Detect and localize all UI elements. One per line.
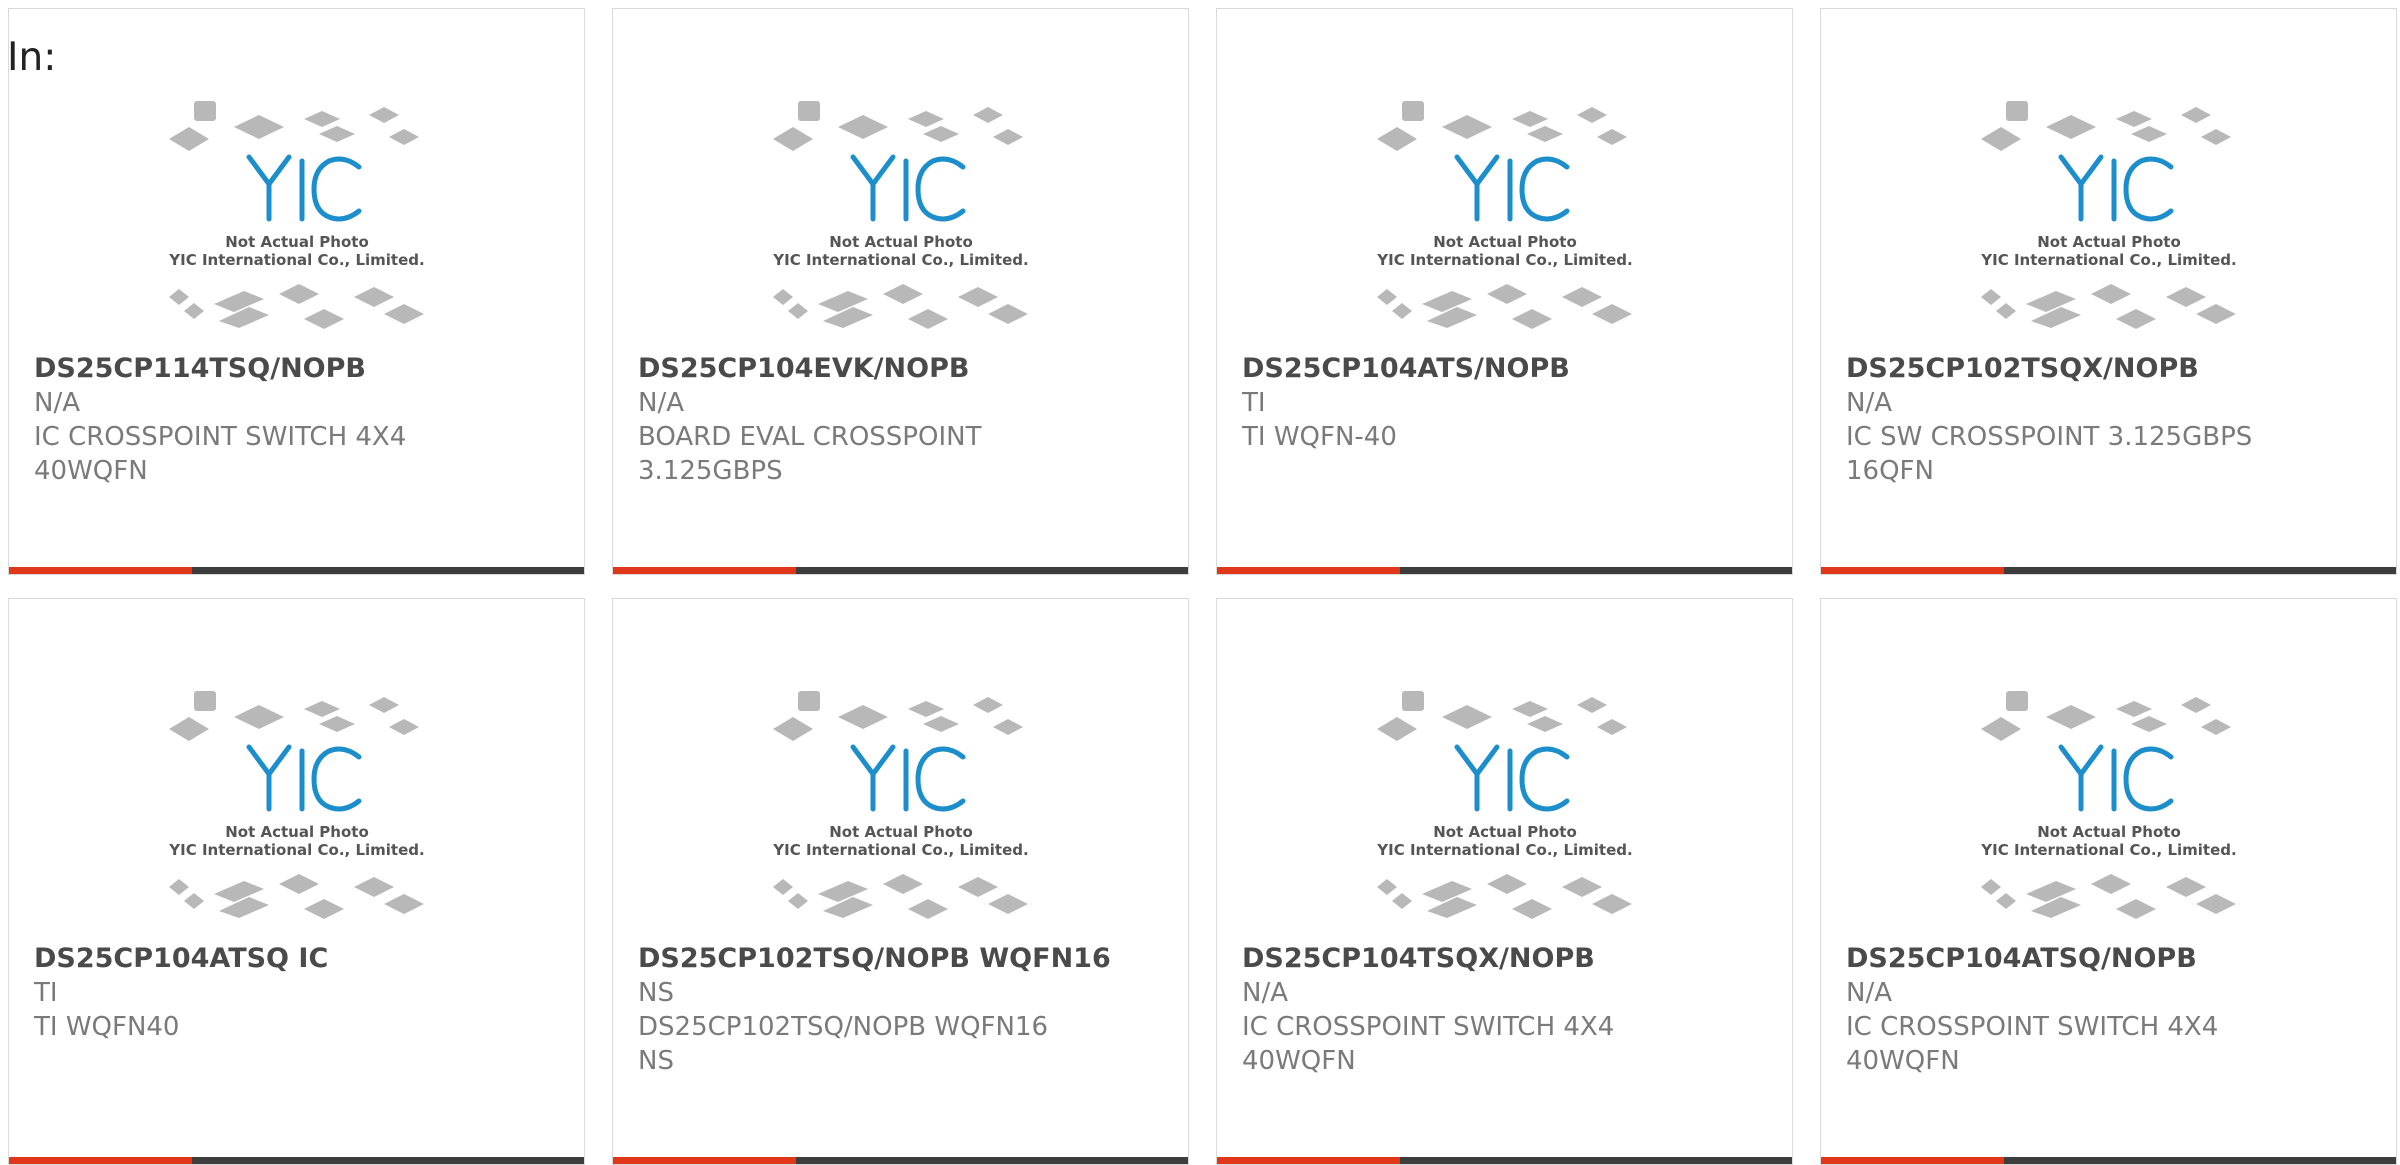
photo-caption-line1: Not Actual Photo	[829, 823, 973, 841]
photo-caption-line2: YIC International Co., Limited.	[1980, 841, 2236, 859]
card-accent-bar	[9, 567, 192, 574]
product-card[interactable]: Not Actual Photo YIC International Co., …	[1820, 8, 2397, 575]
part-number[interactable]: DS25CP102TSQ/NOPB WQFN16	[638, 942, 1178, 976]
manufacturer: N/A	[638, 388, 684, 418]
card-bottom-bar	[1217, 1157, 1792, 1164]
manufacturer: N/A	[1242, 978, 1288, 1008]
card-accent-bar	[1217, 567, 1400, 574]
description-line: IC CROSSPOINT SWITCH 4X4	[1846, 1012, 2219, 1042]
manufacturer: N/A	[34, 388, 80, 418]
not-actual-photo-image: Not Actual Photo YIC International Co., …	[168, 691, 425, 919]
card-bottom-bar	[9, 567, 584, 574]
description-line: BOARD EVAL CROSSPOINT	[638, 422, 982, 452]
photo-caption-line2: YIC International Co., Limited.	[772, 841, 1028, 859]
manufacturer: N/A	[1846, 978, 1892, 1008]
product-card[interactable]: Not Actual Photo YIC International Co., …	[8, 8, 585, 575]
card-accent-bar	[9, 1157, 192, 1164]
part-number[interactable]: DS25CP104TSQX/NOPB	[1242, 942, 1782, 976]
product-card[interactable]: Not Actual Photo YIC International Co., …	[8, 598, 585, 1165]
product-grid: Not Actual Photo YIC International Co., …	[8, 8, 2400, 1165]
product-card[interactable]: Not Actual Photo YIC International Co., …	[612, 598, 1189, 1165]
part-number[interactable]: DS25CP102TSQX/NOPB	[1846, 352, 2386, 386]
not-actual-photo-image: Not Actual Photo YIC International Co., …	[772, 691, 1029, 919]
description-line: 40WQFN	[1242, 1046, 1356, 1076]
photo-caption-line1: Not Actual Photo	[1433, 823, 1577, 841]
description-line: 16QFN	[1846, 456, 1934, 486]
product-card[interactable]: Not Actual Photo YIC International Co., …	[1820, 598, 2397, 1165]
not-actual-photo-image: Not Actual Photo YIC International Co., …	[168, 101, 425, 329]
product-info: DS25CP102TSQX/NOPB N/A IC SW CROSSPOINT …	[1846, 352, 2386, 488]
card-bottom-bar	[1821, 1157, 2396, 1164]
part-number[interactable]: DS25CP104ATSQ/NOPB	[1846, 942, 2386, 976]
card-accent-bar	[1217, 1157, 1400, 1164]
not-actual-photo-image: Not Actual Photo YIC International Co., …	[1376, 101, 1633, 329]
photo-caption-line2: YIC International Co., Limited.	[168, 841, 424, 859]
photo-caption-line2: YIC International Co., Limited.	[1980, 251, 2236, 269]
card-bottom-bar	[1217, 567, 1792, 574]
description-line: TI WQFN40	[34, 1012, 180, 1042]
description-line: DS25CP102TSQ/NOPB WQFN16	[638, 1012, 1049, 1042]
not-actual-photo-image: Not Actual Photo YIC International Co., …	[1980, 101, 2237, 329]
card-bottom-bar	[1821, 567, 2396, 574]
manufacturer: N/A	[1846, 388, 1892, 418]
card-accent-bar	[1821, 1157, 2004, 1164]
description-line: IC SW CROSSPOINT 3.125GBPS	[1846, 422, 2253, 452]
description-line: 40WQFN	[1846, 1046, 1960, 1076]
description-line: 40WQFN	[34, 456, 148, 486]
photo-caption-line1: Not Actual Photo	[2037, 823, 2181, 841]
part-number[interactable]: DS25CP104ATS/NOPB	[1242, 352, 1782, 386]
description-line: IC CROSSPOINT SWITCH 4X4	[1242, 1012, 1615, 1042]
product-info: DS25CP104ATSQ/NOPB N/A IC CROSSPOINT SWI…	[1846, 942, 2386, 1078]
not-actual-photo-image: Not Actual Photo YIC International Co., …	[1376, 691, 1633, 919]
card-bottom-bar	[9, 1157, 584, 1164]
manufacturer: TI	[34, 978, 58, 1008]
photo-caption-line1: Not Actual Photo	[225, 233, 369, 251]
product-info: DS25CP104ATS/NOPB TI TI WQFN-40	[1242, 352, 1782, 454]
photo-caption-line1: Not Actual Photo	[225, 823, 369, 841]
photo-caption-line1: Not Actual Photo	[1433, 233, 1577, 251]
photo-caption-line2: YIC International Co., Limited.	[1376, 841, 1632, 859]
product-info: DS25CP104TSQX/NOPB N/A IC CROSSPOINT SWI…	[1242, 942, 1782, 1078]
product-card[interactable]: Not Actual Photo YIC International Co., …	[612, 8, 1189, 575]
photo-caption-line1: Not Actual Photo	[829, 233, 973, 251]
description-line: NS	[638, 1046, 674, 1076]
part-number[interactable]: DS25CP104EVK/NOPB	[638, 352, 1178, 386]
page-heading: In:	[7, 35, 57, 80]
card-bottom-bar	[613, 567, 1188, 574]
not-actual-photo-image: Not Actual Photo YIC International Co., …	[772, 101, 1029, 329]
photo-caption-line2: YIC International Co., Limited.	[1376, 251, 1632, 269]
description-line: 3.125GBPS	[638, 456, 783, 486]
photo-caption-line2: YIC International Co., Limited.	[772, 251, 1028, 269]
card-bottom-bar	[613, 1157, 1188, 1164]
description-line: IC CROSSPOINT SWITCH 4X4	[34, 422, 407, 452]
product-info: DS25CP104EVK/NOPB N/A BOARD EVAL CROSSPO…	[638, 352, 1178, 488]
product-info: DS25CP102TSQ/NOPB WQFN16 NS DS25CP102TSQ…	[638, 942, 1178, 1078]
product-info: DS25CP114TSQ/NOPB N/A IC CROSSPOINT SWIT…	[34, 352, 574, 488]
part-number[interactable]: DS25CP104ATSQ IC	[34, 942, 574, 976]
manufacturer: NS	[638, 978, 674, 1008]
card-accent-bar	[613, 1157, 796, 1164]
part-number[interactable]: DS25CP114TSQ/NOPB	[34, 352, 574, 386]
manufacturer: TI	[1242, 388, 1266, 418]
card-accent-bar	[613, 567, 796, 574]
description-line: TI WQFN-40	[1242, 422, 1397, 452]
not-actual-photo-image: Not Actual Photo YIC International Co., …	[1980, 691, 2237, 919]
photo-caption-line2: YIC International Co., Limited.	[168, 251, 424, 269]
photo-caption-line1: Not Actual Photo	[2037, 233, 2181, 251]
card-accent-bar	[1821, 567, 2004, 574]
product-card[interactable]: Not Actual Photo YIC International Co., …	[1216, 8, 1793, 575]
product-info: DS25CP104ATSQ IC TI TI WQFN40	[34, 942, 574, 1044]
product-card[interactable]: Not Actual Photo YIC International Co., …	[1216, 598, 1793, 1165]
